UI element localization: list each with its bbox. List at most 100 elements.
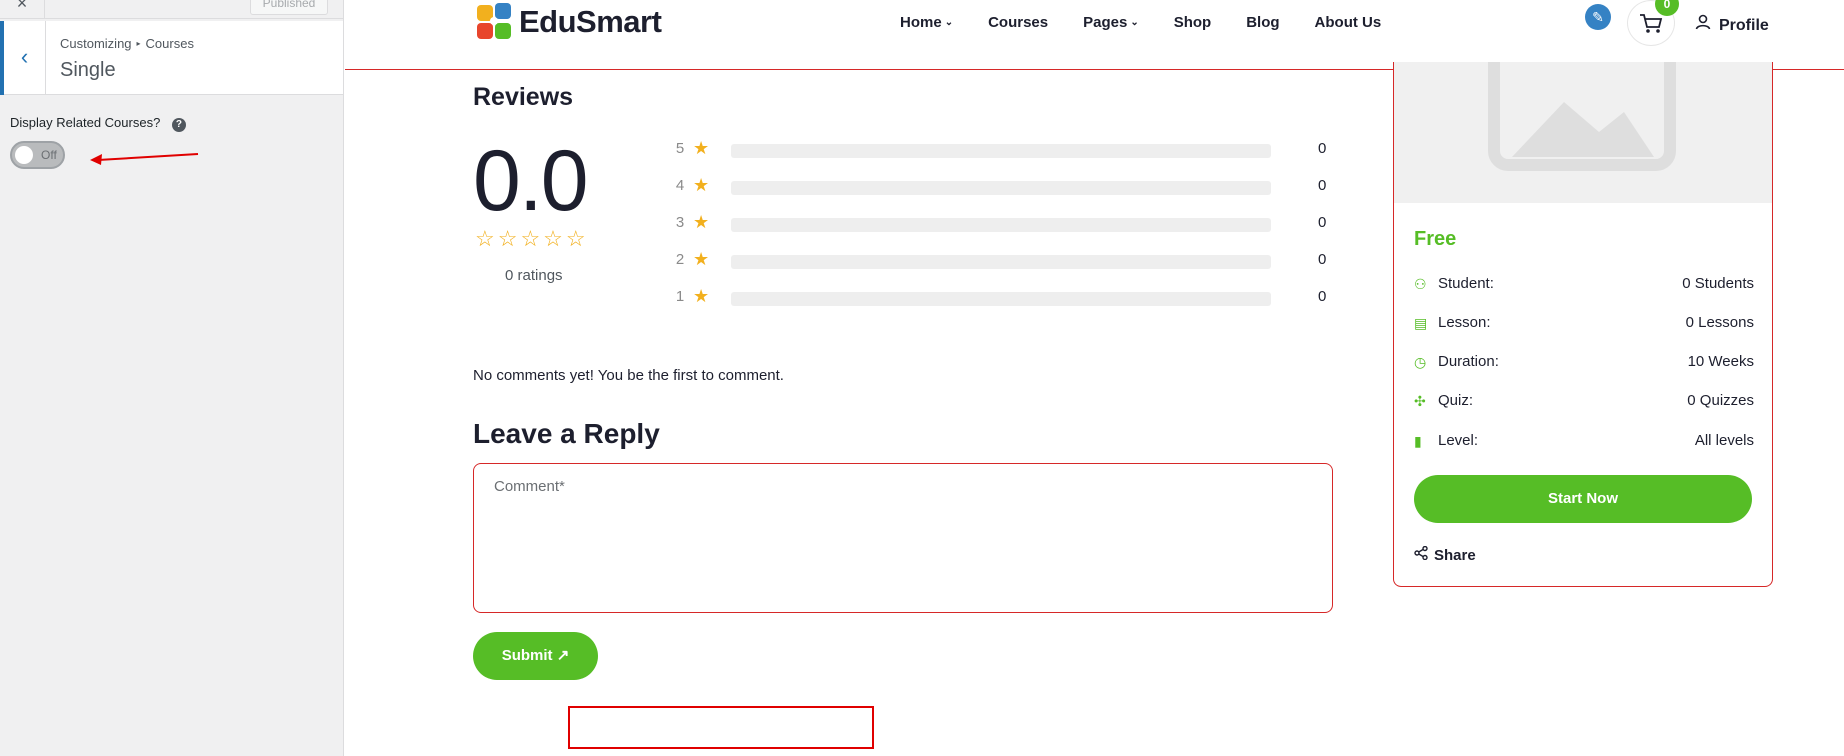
level-icon: ▮ bbox=[1414, 433, 1422, 449]
meta-value: All levels bbox=[1694, 432, 1754, 449]
toggle-knob bbox=[15, 146, 33, 164]
student-icon: ⚇ bbox=[1414, 276, 1427, 292]
user-icon bbox=[1695, 14, 1711, 30]
puzzle-icon: ✣ bbox=[1414, 393, 1426, 409]
profile-link[interactable]: Profile bbox=[1695, 14, 1769, 35]
help-icon[interactable]: ? bbox=[171, 118, 186, 132]
nav-shop[interactable]: Shop bbox=[1174, 14, 1212, 31]
logo-text: EduSmart bbox=[519, 4, 662, 39]
cart-icon bbox=[1640, 14, 1663, 33]
breadcrumb-item: Customizing bbox=[60, 36, 132, 51]
rating-row-5: 5 ★ 0 bbox=[673, 138, 1353, 160]
nav-label: Home bbox=[900, 14, 942, 31]
nav-courses[interactable]: Courses bbox=[988, 14, 1048, 31]
section-header: ‹ Customizing ▸ Courses Single bbox=[0, 21, 343, 95]
rating-row-count: 0 bbox=[1318, 288, 1327, 305]
rating-count: 0 ratings bbox=[505, 267, 563, 284]
nav-pages[interactable]: Pages ⌄ bbox=[1083, 14, 1139, 31]
meta-value: 0 Quizzes bbox=[1687, 392, 1754, 409]
rating-stars-number: 1 bbox=[675, 288, 685, 305]
breadcrumb-separator-icon: ▸ bbox=[136, 39, 141, 48]
meta-label: Quiz: bbox=[1438, 392, 1474, 409]
annotation-highlight-box bbox=[568, 706, 874, 749]
option-label-text: Display Related Courses? bbox=[10, 115, 161, 130]
meta-row-lesson: ▤ Lesson: 0 Lessons bbox=[1414, 314, 1754, 336]
rating-bar bbox=[731, 218, 1271, 232]
clock-icon: ◷ bbox=[1414, 354, 1427, 370]
back-button[interactable]: ‹ bbox=[0, 21, 46, 95]
rating-row-3: 3 ★ 0 bbox=[673, 212, 1353, 234]
course-thumbnail-placeholder bbox=[1394, 62, 1772, 203]
course-price: Free bbox=[1414, 228, 1457, 250]
nav-about-us[interactable]: About Us bbox=[1315, 14, 1382, 31]
submit-button[interactable]: Submit ↗ bbox=[473, 632, 598, 680]
share-label: Share bbox=[1434, 547, 1476, 564]
toggle-state-text: Off bbox=[41, 148, 57, 162]
section-title: Single bbox=[60, 59, 116, 81]
lesson-icon: ▤ bbox=[1414, 315, 1428, 331]
no-comments-text: No comments yet! You be the first to com… bbox=[473, 367, 784, 384]
rating-row-1: 1 ★ 0 bbox=[673, 286, 1353, 308]
rating-row-2: 2 ★ 0 bbox=[673, 249, 1353, 271]
course-info-card: Free ⚇ Student: 0 Students ▤ Lesson: 0 L… bbox=[1393, 62, 1773, 587]
profile-label: Profile bbox=[1719, 17, 1769, 34]
published-button[interactable]: Published bbox=[250, 0, 328, 15]
nav-label: About Us bbox=[1314, 14, 1382, 31]
nav-label: Pages bbox=[1083, 14, 1128, 31]
chevron-left-icon: ‹ bbox=[20, 44, 29, 69]
star-icon: ★ bbox=[693, 138, 710, 158]
meta-label: Student: bbox=[1438, 275, 1494, 292]
star-icon: ★ bbox=[693, 286, 710, 306]
rating-stars-number: 4 bbox=[675, 177, 685, 194]
meta-row-quiz: ✣ Quiz: 0 Quizzes bbox=[1414, 392, 1754, 414]
annotation-arrow bbox=[90, 153, 199, 165]
image-placeholder-icon bbox=[1488, 62, 1676, 171]
rating-bar bbox=[731, 292, 1271, 306]
related-courses-toggle[interactable]: Off bbox=[10, 141, 65, 169]
chevron-down-icon: ⌄ bbox=[1130, 17, 1139, 28]
rating-row-4: 4 ★ 0 bbox=[673, 175, 1353, 197]
comment-placeholder: Comment* bbox=[494, 478, 565, 495]
comment-textarea[interactable]: Comment* bbox=[473, 463, 1333, 613]
meta-row-student: ⚇ Student: 0 Students bbox=[1414, 275, 1754, 297]
share-icon bbox=[1414, 546, 1428, 560]
rating-stars-number: 3 bbox=[675, 214, 685, 231]
puzzle-logo-icon bbox=[477, 3, 511, 39]
reviews-heading: Reviews bbox=[473, 83, 574, 111]
start-now-button[interactable]: Start Now bbox=[1414, 475, 1752, 523]
nav-home[interactable]: Home ⌄ bbox=[900, 14, 953, 31]
average-rating: 0.0 bbox=[473, 133, 589, 229]
chevron-down-icon: ⌄ bbox=[944, 17, 954, 28]
meta-label: Lesson: bbox=[1438, 314, 1491, 331]
breadcrumb-item: Courses bbox=[145, 36, 194, 51]
rating-bar bbox=[731, 255, 1271, 269]
star-icon: ★ bbox=[693, 175, 710, 195]
site-header: EduSmart Home ⌄ Courses Pages ⌄ Shop Blog … bbox=[345, 0, 1844, 70]
edit-pencil-icon[interactable]: ✎ bbox=[1585, 4, 1611, 30]
meta-row-level: ▮ Level: All levels bbox=[1414, 432, 1754, 454]
rating-row-count: 0 bbox=[1318, 251, 1327, 268]
star-icon: ★ bbox=[693, 249, 710, 269]
star-icon: ★ bbox=[693, 212, 710, 232]
close-customizer-button[interactable]: × bbox=[0, 0, 45, 19]
share-link[interactable]: Share bbox=[1414, 546, 1476, 564]
meta-row-duration: ◷ Duration: 10 Weeks bbox=[1414, 353, 1754, 375]
site-logo[interactable]: EduSmart bbox=[475, 0, 662, 44]
customizer-header: × Published bbox=[0, 0, 343, 19]
meta-value: 0 Students bbox=[1682, 275, 1754, 292]
meta-label: Duration: bbox=[1438, 353, 1499, 370]
main-nav: Home ⌄ Courses Pages ⌄ Shop Blog About Us bbox=[900, 14, 1416, 31]
rating-row-count: 0 bbox=[1318, 177, 1327, 194]
breadcrumb: Customizing ▸ Courses bbox=[60, 36, 194, 51]
nav-label: Courses bbox=[988, 14, 1049, 31]
display-related-courses-label: Display Related Courses? ? bbox=[10, 115, 186, 132]
rating-row-count: 0 bbox=[1318, 214, 1327, 231]
rating-bar bbox=[731, 181, 1271, 195]
nav-label: Shop bbox=[1173, 14, 1212, 31]
customizer-sidebar: × Published ‹ Customizing ▸ Courses Single… bbox=[0, 0, 344, 756]
meta-value: 10 Weeks bbox=[1687, 353, 1754, 370]
meta-value: 0 Lessons bbox=[1685, 314, 1754, 331]
nav-blog[interactable]: Blog bbox=[1246, 14, 1279, 31]
average-stars: ☆☆☆☆☆ bbox=[475, 226, 589, 251]
meta-label: Level: bbox=[1438, 432, 1479, 449]
